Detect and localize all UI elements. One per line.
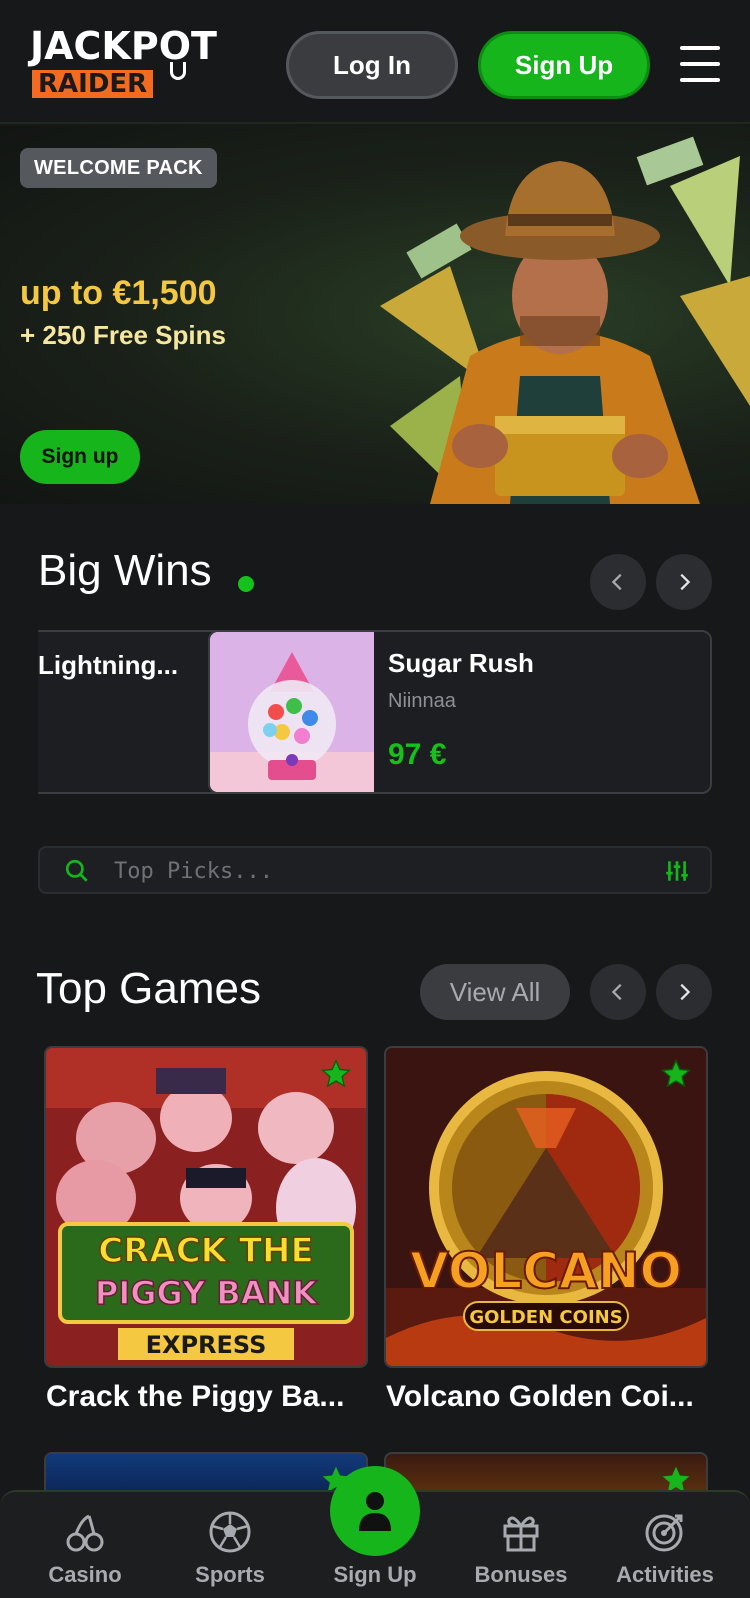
cherry-icon (66, 1514, 104, 1552)
search-icon (65, 859, 88, 882)
game-title[interactable]: Volcano Golden Coi... (386, 1380, 694, 1414)
chevron-left-icon (611, 983, 622, 1001)
nav-label: Sign Up (333, 1562, 417, 1587)
explorer-hero-image (380, 136, 750, 504)
logo-hook-icon (170, 62, 186, 80)
nav-label: Sports (195, 1562, 265, 1587)
chevron-right-icon (680, 983, 691, 1001)
logo-text-bottom: RAIDER (32, 70, 154, 98)
top-games-prev-button[interactable] (590, 964, 646, 1020)
crack-the-piggy-bank-artwork: CRACK THE PIGGY BANK EXPRESS (46, 1048, 366, 1366)
game-search-bar[interactable] (38, 846, 712, 894)
top-games-next-button[interactable] (656, 964, 712, 1020)
volcano-golden-coins-artwork: VOLCANO GOLDEN COINS (386, 1048, 706, 1366)
big-wins-title: Big Wins (38, 546, 212, 595)
favorite-star-icon[interactable] (660, 1058, 692, 1090)
welcome-pack-badge: WELCOME PACK (20, 148, 217, 188)
promo-amount: up to €1,500 (20, 274, 217, 312)
welcome-banner[interactable]: WELCOME PACK up to €1,500 + 250 Free Spi… (0, 126, 750, 504)
top-games-title: Top Games (36, 964, 261, 1013)
nav-casino[interactable]: Casino (10, 1492, 160, 1598)
game-title[interactable]: Crack the Piggy Ba... (46, 1380, 344, 1414)
banner-signup-button[interactable]: Sign up (20, 430, 140, 484)
game-tile-crack-the-piggy-bank[interactable]: CRACK THE PIGGY BANK EXPRESS (44, 1046, 368, 1368)
art-text-line1: CRACK THE (98, 1231, 313, 1271)
gift-icon (503, 1516, 539, 1552)
nav-bonuses[interactable]: Bonuses (446, 1492, 596, 1598)
art-text-line2: PIGGY BANK (95, 1274, 318, 1312)
target-icon (645, 1514, 683, 1552)
promo-free-spins: + 250 Free Spins (20, 320, 226, 350)
game-tile-volcano-golden-coins[interactable]: VOLCANO GOLDEN COINS (384, 1046, 708, 1368)
nav-activities[interactable]: Activities (590, 1492, 740, 1598)
jackpot-raider-logo[interactable]: JACKPOT RAIDER (30, 26, 240, 100)
art-text-line2: GOLDEN COINS (469, 1307, 622, 1328)
big-wins-carousel[interactable]: Lightning... Sugar Rush Niinnaa 97 € (38, 630, 712, 794)
search-input[interactable] (114, 854, 654, 888)
nav-label: Activities (616, 1562, 714, 1587)
win-username: Niinnaa (388, 690, 456, 712)
win-amount: 97 € (388, 738, 447, 771)
chevron-right-icon (680, 573, 691, 591)
bottom-navigation: Casino Sports Sign Up Bonuses Activities (0, 1466, 750, 1598)
art-text-line1: VOLCANO (410, 1242, 682, 1300)
sugar-rush-thumbnail (210, 632, 374, 792)
big-wins-prev-button[interactable] (590, 554, 646, 610)
big-wins-next-button[interactable] (656, 554, 712, 610)
signup-button[interactable]: Sign Up (478, 31, 650, 99)
nav-label: Casino (48, 1562, 122, 1587)
casino-home-page: JACKPOT RAIDER Log In Sign Up WELCOME PA… (0, 0, 750, 1598)
logo-text-top: JACKPOT (30, 24, 217, 68)
art-text-line3: EXPRESS (146, 1331, 267, 1359)
win-game-name: Sugar Rush (388, 648, 534, 678)
login-button[interactable]: Log In (286, 31, 458, 99)
filter-sliders-icon[interactable] (664, 858, 690, 884)
favorite-star-icon[interactable] (320, 1058, 352, 1090)
user-icon (359, 1492, 391, 1531)
signup-nav-button[interactable] (330, 1466, 420, 1556)
chevron-left-icon (611, 573, 622, 591)
big-win-card[interactable]: Lightning... (38, 630, 234, 794)
live-indicator (238, 576, 254, 592)
nav-sports[interactable]: Sports (155, 1492, 305, 1598)
soccer-ball-icon (209, 1511, 251, 1553)
win-game-name: Lightning... (38, 650, 179, 680)
top-header: JACKPOT RAIDER Log In Sign Up (0, 0, 750, 124)
big-win-card[interactable]: Sugar Rush Niinnaa 97 € (208, 630, 712, 794)
hamburger-menu-icon[interactable] (680, 46, 720, 82)
view-all-button[interactable]: View All (420, 964, 570, 1020)
nav-label: Bonuses (474, 1562, 568, 1587)
nav-signup[interactable]: Sign Up (300, 1466, 450, 1598)
